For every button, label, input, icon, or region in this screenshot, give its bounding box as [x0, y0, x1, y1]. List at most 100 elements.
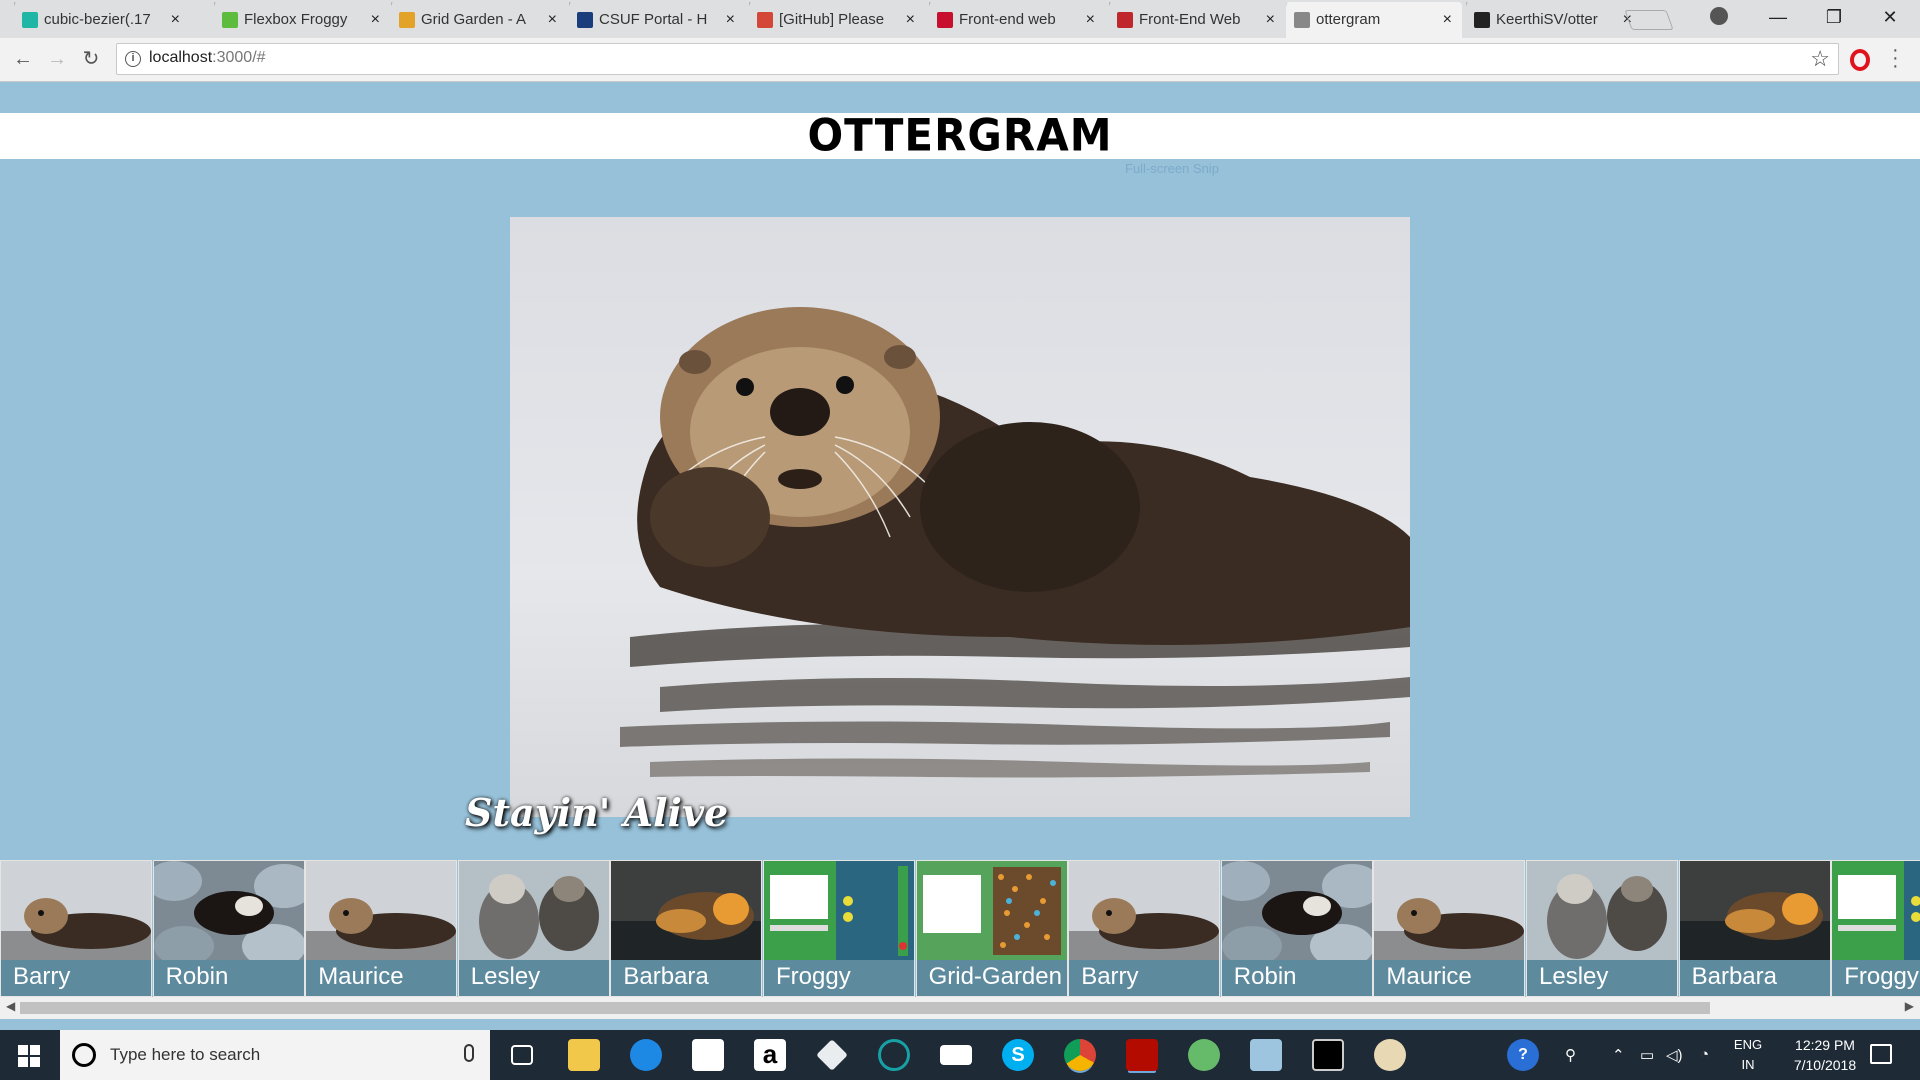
browser-tab[interactable]: KeerthiSV/otter × [1466, 2, 1642, 38]
close-window-button[interactable]: ✕ [1862, 0, 1918, 34]
microphone-icon[interactable] [464, 1044, 474, 1062]
store-icon[interactable] [692, 1039, 724, 1071]
battery-icon[interactable]: ▭ [1640, 1046, 1654, 1064]
tab-close-icon[interactable]: × [726, 2, 735, 38]
thumbnail-image[interactable] [306, 861, 457, 960]
tab-title: ottergram [1316, 11, 1381, 28]
tab-close-icon[interactable]: × [1086, 2, 1095, 38]
thumbnail-image[interactable] [153, 861, 304, 960]
maximize-button[interactable]: ❐ [1806, 0, 1862, 34]
browser-tab[interactable]: Flexbox Froggy × [214, 2, 390, 38]
mail-icon[interactable] [940, 1045, 972, 1065]
help-icon[interactable]: ? [1507, 1039, 1539, 1071]
carrot-icon [399, 12, 415, 28]
terminal-icon[interactable] [1312, 1039, 1344, 1071]
thumbnail-image[interactable] [1527, 861, 1677, 960]
thumbnail-barbara[interactable]: Barbara [610, 860, 763, 997]
browser-tab[interactable]: Front-End Web × [1109, 2, 1285, 38]
thumbnail-barry[interactable]: Barry [1068, 860, 1221, 997]
thumbnail-maurice[interactable]: Maurice [1373, 860, 1526, 997]
acrobat-icon[interactable] [1126, 1039, 1158, 1071]
paint-icon[interactable] [1374, 1039, 1406, 1071]
browser-tab[interactable]: cubic-bezier(.17 × [14, 2, 190, 38]
horizontal-scrollbar[interactable]: ◀ ▶ [0, 997, 1920, 1019]
thumbnail-image[interactable] [1, 861, 151, 960]
tab-title: CSUF Portal - H [599, 11, 708, 28]
address-bar[interactable]: i localhost:3000/# ☆ [116, 43, 1839, 75]
thumbnail-lesley[interactable]: Lesley [457, 860, 610, 997]
browser-tab[interactable]: CSUF Portal - H × [569, 2, 745, 38]
thumbnail-image[interactable] [916, 861, 1067, 960]
scrollbar-thumb[interactable] [20, 1002, 1710, 1014]
thumbnail-barry[interactable]: Barry [0, 860, 152, 997]
minimize-button[interactable]: — [1750, 0, 1806, 34]
thumbnail-image[interactable] [611, 861, 762, 960]
thumbnail-image[interactable] [1374, 861, 1525, 960]
browser-menu-icon[interactable]: · · · [1892, 40, 1900, 76]
notepad-icon[interactable] [1250, 1039, 1282, 1071]
tab-close-icon[interactable]: × [548, 2, 557, 38]
scroll-left-arrow-icon[interactable]: ◀ [6, 999, 15, 1013]
thumbnail-barbara[interactable]: Barbara [1678, 860, 1831, 997]
browser-tab[interactable]: ottergram × [1286, 2, 1462, 38]
thumbnail-image[interactable] [1221, 861, 1372, 960]
thumbnail-image[interactable] [764, 861, 914, 960]
system-clock[interactable]: 12:29 PM 7/10/2018 [1770, 1035, 1880, 1075]
url-text[interactable]: localhost:3000/# [149, 49, 266, 67]
thumbnail-grid-garden[interactable]: Grid-Garden [915, 860, 1068, 997]
cortana-icon[interactable] [72, 1043, 96, 1067]
info-icon[interactable]: i [125, 51, 141, 67]
thumbnail-robin[interactable]: Robin [1220, 860, 1373, 997]
file-explorer-icon[interactable] [568, 1039, 600, 1071]
atom-icon[interactable] [1188, 1039, 1220, 1071]
taskbar-search-box[interactable]: Type here to search [60, 1030, 490, 1080]
thumbnail-froggy[interactable]: Froggy [763, 860, 915, 997]
browser-tab[interactable]: Grid Garden - A × [391, 2, 567, 38]
opera-extension-icon[interactable] [1850, 49, 1870, 71]
browser-tab[interactable]: [GitHub] Please × [749, 2, 925, 38]
tab-title: Flexbox Froggy [244, 11, 348, 28]
thumbnail-image[interactable] [1679, 861, 1830, 960]
thumbnail-lesley[interactable]: Lesley [1526, 860, 1678, 997]
edge-icon[interactable] [630, 1039, 662, 1071]
clock-time: 12:29 PM [1795, 1037, 1855, 1053]
logo-text: OTTERGRAM [807, 109, 1113, 162]
profile-icon[interactable] [1710, 7, 1728, 25]
tab-close-icon[interactable]: × [1443, 2, 1452, 38]
people-icon[interactable]: ⚲ [1565, 1046, 1576, 1064]
wifi-icon[interactable]: ◔ [1700, 1046, 1709, 1063]
tab-close-icon[interactable]: × [1266, 2, 1275, 38]
reload-button[interactable]: ↻ [76, 44, 106, 74]
volume-icon[interactable]: ◁) [1666, 1046, 1683, 1064]
windows-start-icon[interactable] [18, 1045, 40, 1067]
tab-close-icon[interactable]: × [906, 2, 915, 38]
thumbnail-robin[interactable]: Robin [152, 860, 305, 997]
new-tab-button[interactable] [1624, 10, 1674, 30]
task-view-icon[interactable] [511, 1045, 533, 1065]
browser-tab[interactable]: Front-end web × [929, 2, 1105, 38]
thumbnail-title: Robin [1233, 963, 1297, 990]
tab-title: [GitHub] Please [779, 11, 885, 28]
bookmark-star-icon[interactable]: ☆ [1810, 46, 1830, 72]
arduino-icon[interactable] [878, 1039, 910, 1071]
notifications-icon[interactable] [1870, 1044, 1892, 1064]
tab-close-icon[interactable]: × [171, 2, 180, 38]
skype-icon[interactable]: S [1002, 1039, 1034, 1071]
chevron-up-icon[interactable]: ⌃ [1612, 1046, 1625, 1064]
dropbox-icon[interactable] [816, 1039, 848, 1071]
csu-icon [937, 12, 953, 28]
back-button[interactable]: ← [8, 44, 38, 74]
tab-close-icon[interactable]: × [371, 2, 380, 38]
thumbnail-image[interactable] [1832, 861, 1920, 960]
forward-button[interactable]: → [42, 44, 72, 74]
dr-icon [1117, 12, 1133, 28]
scroll-right-arrow-icon[interactable]: ▶ [1905, 999, 1914, 1013]
amazon-icon[interactable]: a [754, 1039, 786, 1071]
chrome-icon[interactable] [1064, 1039, 1096, 1071]
thumbnail-image[interactable] [458, 861, 609, 960]
thumbnail-image[interactable] [1069, 861, 1220, 960]
thumbnail-froggy[interactable]: Froggy [1831, 860, 1920, 997]
thumbnail-maurice[interactable]: Maurice [305, 860, 458, 997]
url-rest: :3000/# [212, 49, 266, 66]
language-indicator[interactable]: ENG IN [1730, 1035, 1766, 1075]
